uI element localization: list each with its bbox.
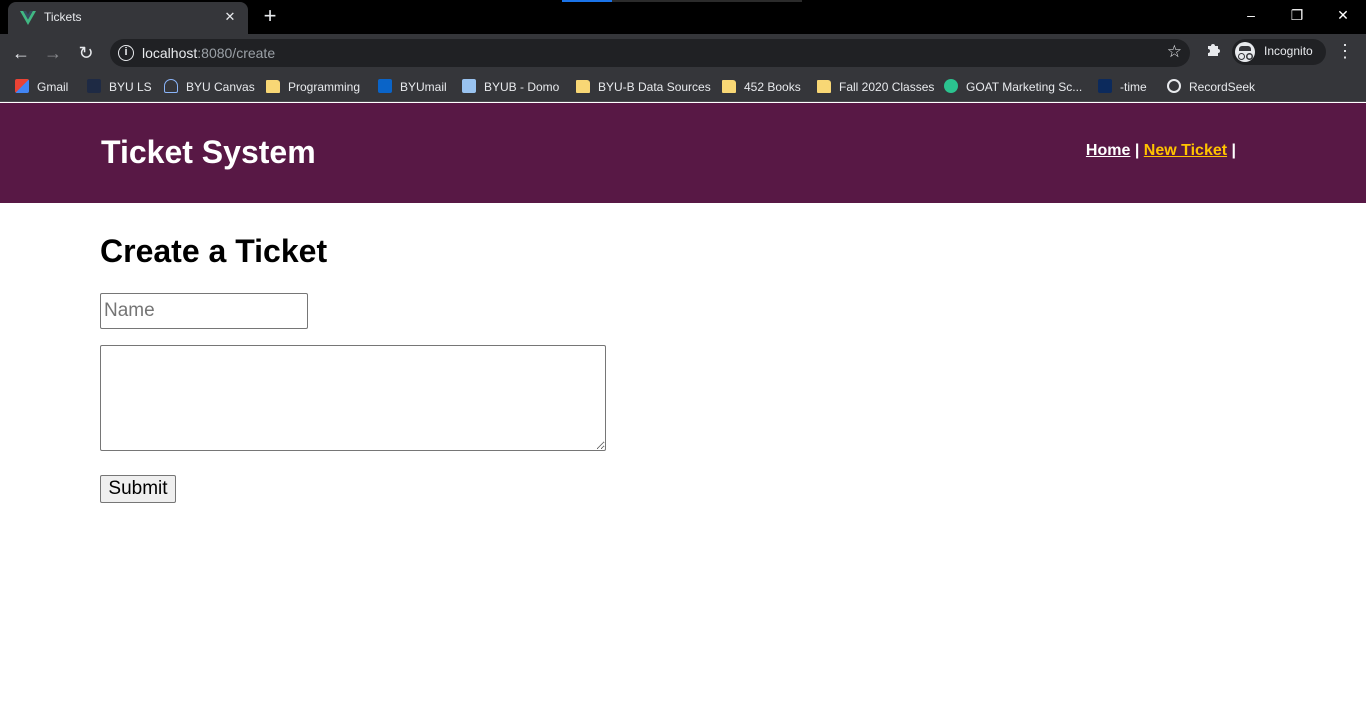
star-icon[interactable]: ☆: [1167, 42, 1182, 62]
incognito-profile-button[interactable]: Incognito: [1232, 39, 1326, 65]
canvas-icon: [164, 79, 178, 93]
plus-icon[interactable]: +: [258, 5, 282, 29]
incognito-label: Incognito: [1264, 44, 1313, 58]
nav-separator: |: [1231, 142, 1236, 159]
bookmark-label: BYU LS: [109, 80, 152, 94]
goat-icon: [944, 79, 958, 93]
back-arrow-icon[interactable]: ←: [8, 40, 34, 66]
domo-icon: [462, 79, 476, 93]
kebab-menu-icon[interactable]: ⋮: [1336, 41, 1354, 61]
bookmark-label: Gmail: [37, 80, 69, 94]
byu-ls-icon: [87, 79, 101, 93]
reload-icon[interactable]: ↻: [73, 40, 99, 66]
folder-icon: [576, 80, 590, 93]
byu-icon: [1098, 79, 1112, 93]
bookmark-recordseek[interactable]: RecordSeek: [1167, 77, 1255, 97]
bookmark-byu-canvas[interactable]: BYU Canvas: [164, 77, 255, 97]
gmail-icon: [15, 79, 29, 93]
bookmark-label: GOAT Marketing Sc...: [966, 80, 1083, 94]
nav-home-link[interactable]: Home: [1086, 142, 1130, 159]
bookmark-label: Fall 2020 Classes: [839, 80, 935, 94]
nav-new-ticket-link[interactable]: New Ticket: [1144, 142, 1227, 159]
vue-logo-icon: [20, 11, 36, 25]
url-text: localhost:8080/create: [142, 45, 275, 61]
page-title: Create a Ticket: [100, 233, 328, 269]
puzzle-piece-icon[interactable]: [1204, 40, 1224, 60]
bookmark-programming[interactable]: Programming: [266, 77, 360, 97]
bookmark-byu-b-data-sources[interactable]: BYU-B Data Sources: [576, 77, 711, 97]
globe-icon: [1167, 79, 1181, 93]
bookmark-time[interactable]: -time: [1098, 77, 1147, 97]
bookmark-label: 452 Books: [744, 80, 801, 94]
tab-title: Tickets: [44, 10, 82, 24]
bookmark-goat-marketing[interactable]: GOAT Marketing Sc...: [944, 77, 1082, 97]
browser-toolbar: ← → ↻ i localhost:8080/create ☆: [0, 34, 1366, 71]
bookmark-fall-2020-classes[interactable]: Fall 2020 Classes: [817, 77, 934, 97]
site-title: Ticket System: [101, 134, 316, 170]
bookmark-label: Programming: [288, 80, 361, 94]
outlook-icon: [378, 79, 392, 93]
bookmark-label: BYUB - Domo: [484, 80, 560, 94]
address-bar[interactable]: i localhost:8080/create ☆: [110, 39, 1190, 67]
incognito-icon: [1235, 42, 1255, 62]
forward-arrow-icon[interactable]: →: [40, 40, 66, 66]
folder-icon: [722, 80, 736, 93]
name-input[interactable]: [100, 293, 308, 329]
window-close-icon[interactable]: ✕: [1320, 0, 1366, 30]
minimize-icon[interactable]: –: [1228, 0, 1274, 30]
bookmark-label: BYU-B Data Sources: [598, 80, 711, 94]
site-nav: Home | New Ticket |: [1086, 142, 1236, 160]
info-icon[interactable]: i: [118, 45, 134, 61]
folder-icon: [817, 80, 831, 93]
problem-textarea[interactable]: [100, 345, 606, 451]
tab-strip-indicator: [562, 0, 802, 2]
browser-tab[interactable]: Tickets ✕: [8, 2, 248, 34]
nav-separator: |: [1134, 142, 1140, 159]
bookmarks-bar: Gmail BYU LS BYU Canvas Programming BYUm…: [0, 71, 1366, 102]
bookmark-byub-domo[interactable]: BYUB - Domo: [462, 77, 559, 97]
bookmark-452-books[interactable]: 452 Books: [722, 77, 801, 97]
bookmark-byu-ls[interactable]: BYU LS: [87, 77, 152, 97]
url-host: localhost: [142, 45, 198, 61]
bookmark-label: BYUmail: [400, 80, 447, 94]
bookmark-label: BYU Canvas: [186, 80, 255, 94]
url-path: :8080/create: [197, 45, 276, 61]
folder-icon: [266, 80, 280, 93]
bookmark-byumail[interactable]: BYUmail: [378, 77, 447, 97]
bookmark-label: RecordSeek: [1189, 80, 1256, 94]
browser-titlebar: Tickets ✕ + – ❐ ✕: [0, 0, 1366, 34]
bookmark-label: -time: [1120, 80, 1147, 94]
bookmark-gmail[interactable]: Gmail: [15, 77, 68, 97]
restore-icon[interactable]: ❐: [1274, 0, 1320, 30]
site-header: Ticket System Home | New Ticket |: [0, 103, 1366, 203]
close-icon[interactable]: ✕: [222, 9, 238, 25]
submit-button[interactable]: Submit: [100, 475, 176, 503]
